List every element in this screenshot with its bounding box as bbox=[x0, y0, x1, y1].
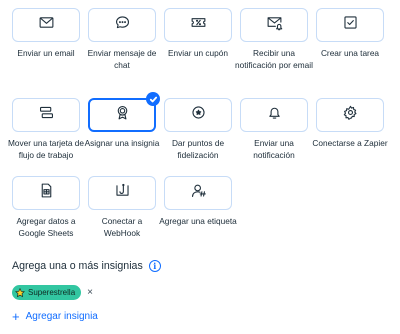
contact-tag-icon bbox=[190, 182, 207, 204]
action-label: Agregar datos a Google Sheets bbox=[16, 216, 76, 238]
section-title-text: Agrega una o más insignias bbox=[12, 260, 143, 272]
action-card[interactable] bbox=[12, 8, 80, 42]
action-connect-webhook[interactable]: Conectar a WebHook bbox=[88, 176, 166, 239]
badges-section-title: Agrega una o más insignias i bbox=[12, 260, 161, 272]
action-send-email[interactable]: Enviar un email bbox=[12, 8, 90, 60]
star-icon bbox=[15, 287, 25, 297]
action-card[interactable] bbox=[164, 8, 232, 42]
action-card[interactable] bbox=[240, 98, 308, 132]
action-label: Asignar una insignia bbox=[84, 138, 160, 148]
action-label: Dar puntos de fidelización bbox=[171, 138, 225, 160]
webhook-icon bbox=[114, 182, 131, 204]
action-card[interactable] bbox=[164, 176, 232, 210]
add-badge-button[interactable]: + Agregar insignia bbox=[12, 308, 98, 324]
action-move-workflow-card[interactable]: Mover una tarjeta de flujo de trabajo bbox=[8, 98, 90, 161]
action-label: Agregar una etiqueta bbox=[159, 216, 237, 226]
selected-badges: Superestrella × bbox=[12, 285, 93, 300]
action-label: Conectar a WebHook bbox=[101, 216, 143, 238]
info-icon[interactable]: i bbox=[148, 260, 161, 272]
chat-bubble-icon bbox=[114, 14, 131, 36]
action-loyalty-points[interactable]: Dar puntos de fidelización bbox=[164, 98, 242, 161]
action-send-notification[interactable]: Enviar una notificación bbox=[240, 98, 318, 161]
action-label: Crear una tarea bbox=[320, 48, 380, 58]
action-label: Conectarse a Zapier bbox=[312, 138, 388, 148]
checkbox-icon bbox=[342, 14, 359, 36]
bell-icon bbox=[266, 104, 283, 126]
action-card[interactable] bbox=[164, 98, 232, 132]
add-badge-label: Agregar insignia bbox=[25, 311, 98, 322]
workflow-card-icon bbox=[38, 104, 55, 126]
action-email-notification[interactable]: Recibir una notificación por email bbox=[235, 8, 318, 71]
action-create-task[interactable]: Crear una tarea bbox=[316, 8, 394, 60]
badge-ribbon-icon bbox=[114, 104, 131, 126]
action-card[interactable] bbox=[88, 8, 156, 42]
action-send-chat[interactable]: Enviar mensaje de chat bbox=[88, 8, 166, 71]
coupon-icon bbox=[190, 14, 207, 36]
action-card-selected[interactable] bbox=[88, 92, 160, 132]
envelope-icon bbox=[38, 14, 55, 36]
action-label: Enviar un cupón bbox=[168, 48, 228, 58]
badge-chip: Superestrella bbox=[12, 285, 82, 300]
action-add-tag[interactable]: Agregar una etiqueta bbox=[159, 176, 242, 228]
action-label: Enviar una notificación bbox=[253, 138, 295, 160]
action-label: Enviar mensaje de chat bbox=[87, 48, 157, 70]
loyalty-points-icon bbox=[190, 104, 207, 126]
selected-check-icon bbox=[146, 92, 160, 106]
action-card[interactable] bbox=[316, 98, 384, 132]
action-card[interactable] bbox=[316, 8, 384, 42]
remove-badge-button[interactable]: × bbox=[87, 287, 93, 298]
action-card[interactable] bbox=[88, 176, 156, 210]
action-google-sheets[interactable]: Agregar datos a Google Sheets bbox=[12, 176, 90, 239]
action-label: Mover una tarjeta de flujo de trabajo bbox=[7, 138, 85, 160]
action-card[interactable] bbox=[12, 98, 80, 132]
action-send-coupon[interactable]: Enviar un cupón bbox=[164, 8, 242, 60]
email-bell-icon bbox=[266, 14, 283, 36]
action-connect-zapier[interactable]: Conectarse a Zapier bbox=[312, 98, 394, 150]
badge-label: Superestrella bbox=[28, 288, 76, 297]
spreadsheet-icon bbox=[38, 182, 55, 204]
action-assign-badge[interactable]: Asignar una insignia bbox=[85, 92, 166, 150]
action-label: Enviar un email bbox=[17, 48, 75, 58]
action-label: Recibir una notificación por email bbox=[235, 48, 313, 70]
plus-icon: + bbox=[12, 308, 20, 324]
zapier-gear-icon bbox=[342, 104, 359, 126]
action-card[interactable] bbox=[240, 8, 308, 42]
action-card[interactable] bbox=[12, 176, 80, 210]
